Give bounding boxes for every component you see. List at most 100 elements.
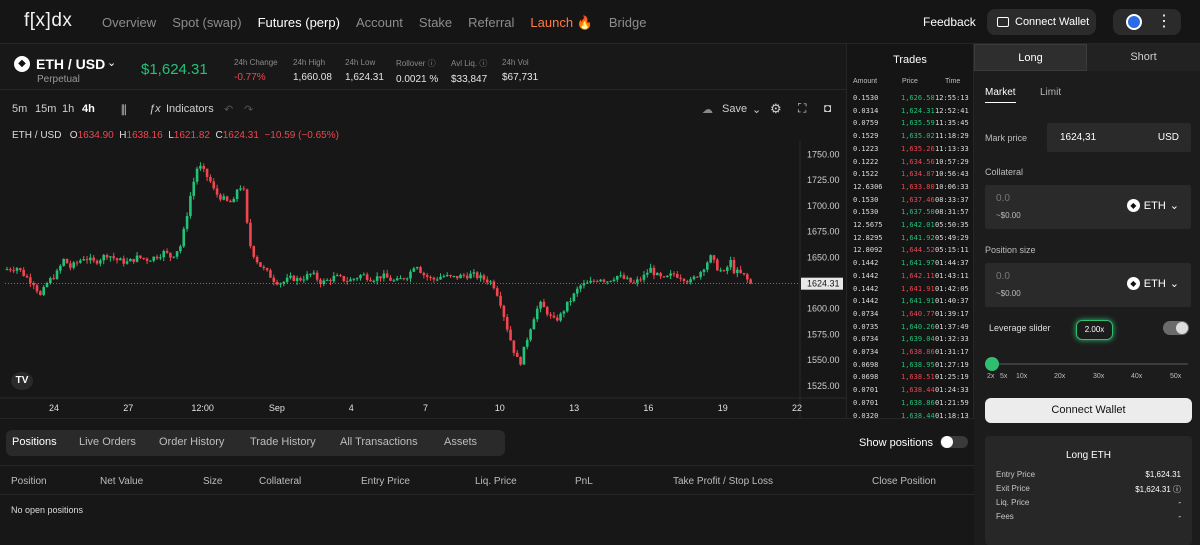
chevron-down-icon[interactable]: ⌄ (752, 103, 761, 116)
candle-body (639, 279, 642, 281)
leverage-value[interactable]: 2.00x (1076, 320, 1113, 340)
interval-1h[interactable]: 1h (62, 103, 74, 115)
camera-icon[interactable]: ◘ (824, 101, 831, 115)
candle-body (255, 256, 259, 263)
candle-body (429, 276, 432, 278)
tab-limit[interactable]: Limit (1040, 87, 1061, 98)
candle-body (612, 279, 616, 281)
nav-launch[interactable]: Launch 🔥 (530, 15, 592, 31)
tab-assets[interactable]: Assets (444, 436, 477, 448)
tab-short[interactable]: Short (1087, 44, 1200, 71)
time-tick: 27 (123, 403, 133, 413)
tab-trade-history[interactable]: Trade History (250, 436, 316, 448)
position-usd: ~$0.00 (996, 289, 1021, 298)
chart-type-icon[interactable]: ⫼ (121, 103, 127, 118)
nav-bridge[interactable]: Bridge (609, 15, 647, 31)
position-token-selector[interactable]: ◆ ETH ⌄ (1126, 277, 1179, 290)
candle-body (682, 278, 686, 282)
candle-body (302, 279, 306, 281)
trade-price: 1,638.86 (901, 398, 935, 407)
tab-all-transactions[interactable]: All Transactions (340, 436, 418, 448)
tab-order-history[interactable]: Order History (159, 436, 224, 448)
indicators-icon[interactable]: ƒx (149, 103, 161, 115)
nav-futures[interactable]: Futures (perp) (258, 15, 340, 31)
logo[interactable]: f[x]dx (24, 10, 72, 32)
summary-value: $1,624.31 (1145, 470, 1181, 479)
candle-body (432, 277, 436, 280)
nav-overview[interactable]: Overview (102, 15, 156, 31)
nav-spot[interactable]: Spot (swap) (172, 15, 241, 31)
nav-account[interactable]: Account (356, 15, 403, 31)
candle-body (552, 315, 556, 318)
candle-body (425, 275, 429, 277)
feedback-link[interactable]: Feedback (923, 15, 976, 29)
candle-body (332, 275, 336, 282)
empty-positions-message: No open positions (11, 505, 84, 515)
candle-body (169, 252, 172, 258)
candle-body (479, 275, 482, 279)
candle-body (669, 273, 672, 276)
indicators-button[interactable]: Indicators (166, 103, 214, 115)
candle-body (12, 270, 15, 272)
candle-body (696, 276, 699, 278)
undo-icon[interactable]: ↶ (224, 103, 233, 116)
more-icon[interactable]: ⋮ (1156, 11, 1172, 31)
trade-row: 0.0759 1,635.59 11:35:45 (847, 119, 975, 131)
connect-wallet-button[interactable]: Connect Wallet (985, 398, 1192, 423)
candle-body (165, 251, 169, 253)
stat-24h-change: 24h Change -0.77% (234, 58, 278, 83)
pair-selector[interactable]: ETH / USD (36, 56, 105, 72)
candle-body (505, 317, 509, 330)
trade-amount: 12.6306 (853, 182, 883, 191)
nav-stake[interactable]: Stake (419, 15, 452, 31)
tab-long[interactable]: Long (974, 44, 1087, 71)
tab-market[interactable]: Market (985, 87, 1016, 103)
summary-entry-price: Entry Price $1,624.31 (996, 470, 1181, 479)
network-selector[interactable]: ⋮ (1113, 9, 1181, 35)
fullscreen-icon[interactable]: ⛶ (798, 101, 806, 116)
candle-body (109, 256, 112, 258)
leverage-slider-track[interactable] (992, 363, 1188, 365)
chevron-down-icon[interactable]: ⌄ (107, 56, 116, 69)
nav-referral[interactable]: Referral (468, 15, 514, 31)
candle-body (212, 181, 216, 189)
interval-5m[interactable]: 5m (12, 103, 27, 115)
settings-gear-icon[interactable]: ⚙ (770, 101, 782, 117)
col-tp-sl: Take Profit / Stop Loss (673, 476, 774, 487)
trade-price: 1,635.59 (901, 119, 935, 128)
trade-price: 1,641.92 (901, 233, 935, 242)
interval-15m[interactable]: 15m (35, 103, 56, 115)
save-button[interactable]: Save (722, 103, 747, 115)
candle-body (319, 279, 322, 284)
candlestick-chart[interactable]: 1750.001725.001700.001675.001650.001625.… (0, 140, 846, 418)
eth-icon: ◆ (1126, 199, 1140, 212)
candle-body (699, 271, 702, 278)
tab-positions[interactable]: Positions (12, 436, 57, 448)
leverage-toggle[interactable] (1163, 321, 1189, 335)
tradingview-logo-icon[interactable]: TV (11, 372, 33, 390)
summary-exit-price: Exit Price $1,624.31 ⓘ (996, 484, 1181, 494)
candle-body (565, 301, 569, 312)
candle-body (589, 280, 592, 283)
candle-body (245, 189, 249, 223)
position-size-input[interactable]: 0.0 ~$0.00 ◆ ETH ⌄ (985, 263, 1191, 307)
connect-wallet-top-button[interactable]: Connect Wallet (987, 9, 1096, 35)
show-positions-toggle[interactable] (940, 436, 968, 448)
interval-4h[interactable]: 4h (82, 103, 95, 115)
trade-time: 01:42:05 (935, 284, 969, 293)
candle-body (79, 260, 82, 263)
candle-body (142, 257, 146, 259)
collateral-input[interactable]: 0.0 ~$0.00 ◆ ETH ⌄ (985, 185, 1191, 229)
tab-live-orders[interactable]: Live Orders (79, 436, 136, 448)
collateral-token-selector[interactable]: ◆ ETH ⌄ (1126, 199, 1179, 212)
trade-amount: 0.1222 (853, 157, 879, 166)
redo-icon[interactable]: ↷ (244, 103, 253, 116)
collateral-usd: ~$0.00 (996, 211, 1021, 220)
leverage-slider-handle[interactable] (985, 357, 999, 371)
trade-amount: 12.8092 (853, 246, 883, 255)
trade-amount: 0.1442 (853, 297, 879, 306)
candle-body (75, 262, 79, 264)
trade-price: 1,644.52 (901, 246, 935, 255)
price-chart[interactable]: 5m 15m 1h 4h ⫼ ƒx Indicators ↶ ↷ ☁ Save … (0, 90, 846, 418)
stat-value: 0.0021 % (396, 74, 439, 85)
